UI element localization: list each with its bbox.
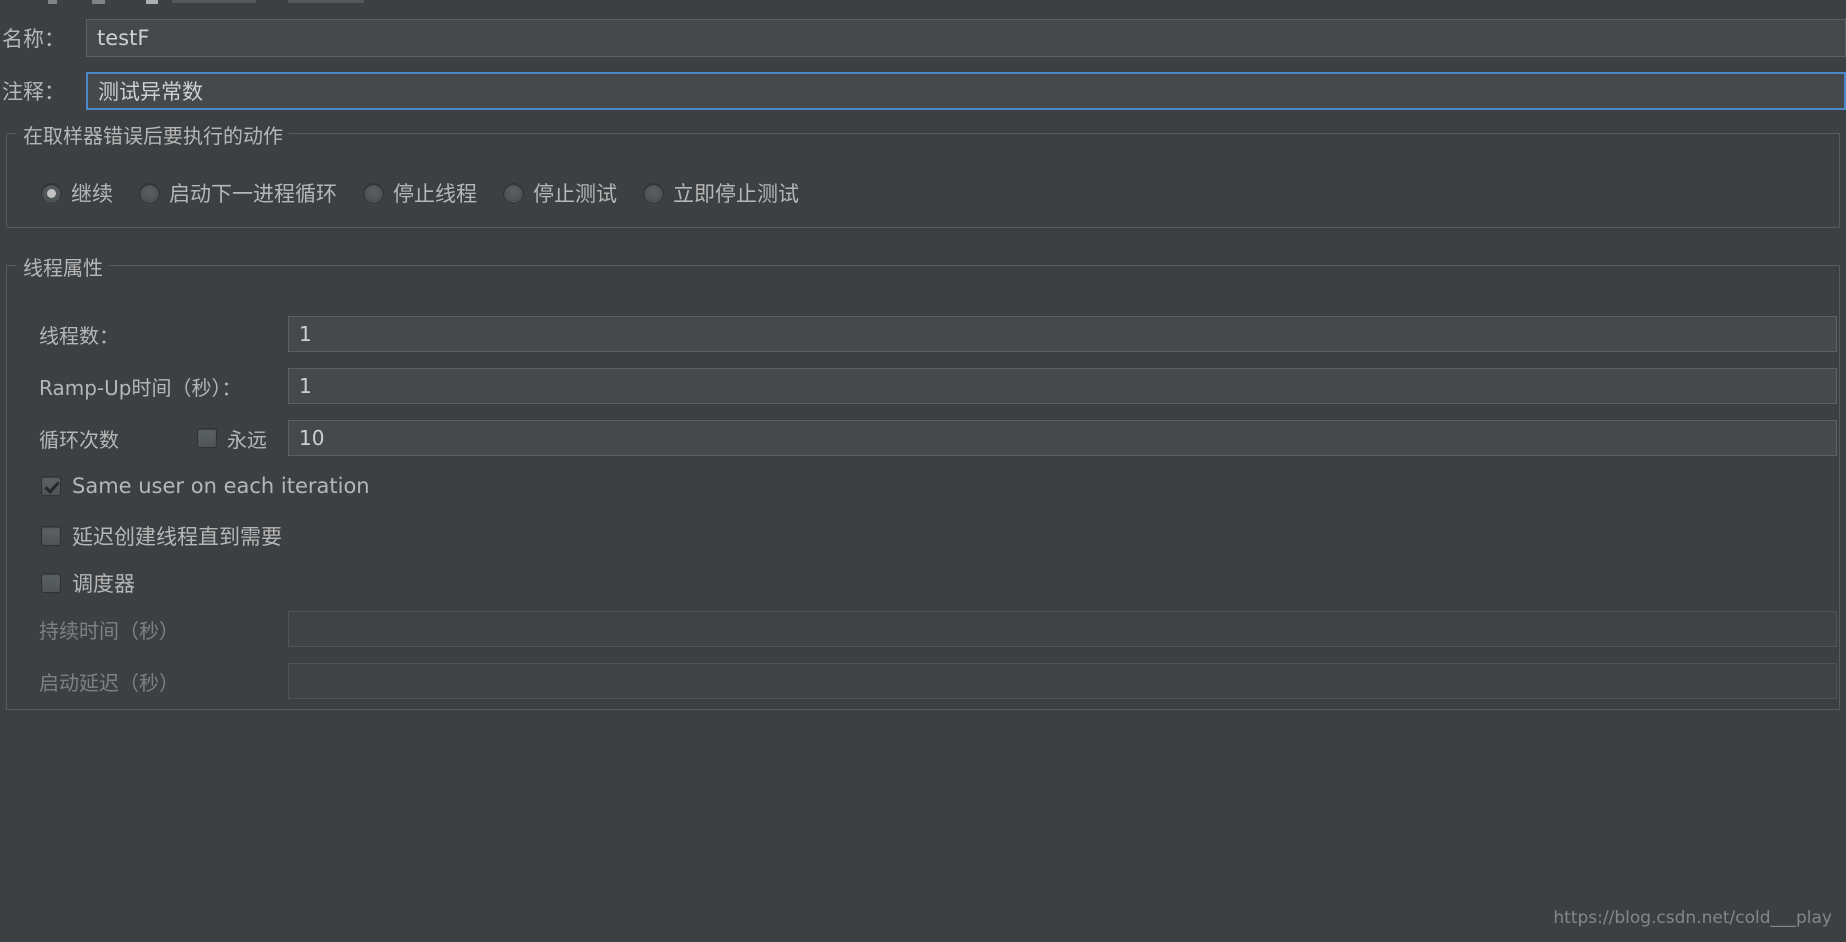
radio-label-stop-test-now: 立即停止测试: [673, 182, 799, 206]
checkbox-icon-forever[interactable]: [197, 428, 217, 448]
radio-label-stop-test: 停止测试: [533, 182, 617, 206]
name-input[interactable]: [86, 19, 1846, 57]
radio-icon-continue[interactable]: [41, 182, 62, 204]
radio-option-start-next-loop[interactable]: 启动下一进程循环: [139, 178, 337, 208]
loop-count-row: 循环次数 永远: [7, 420, 1839, 456]
radio-icon-stop-test[interactable]: [503, 182, 524, 204]
name-row: 名称：: [0, 18, 1846, 58]
error-action-group: 在取样器错误后要执行的动作 继续 启动下一进程循环 停止线程 停止测试 立即停止…: [6, 120, 1840, 228]
loop-count-input[interactable]: [288, 420, 1837, 456]
radio-icon-start-next-loop[interactable]: [139, 182, 160, 204]
duration-row: 持续时间（秒）: [7, 611, 1839, 647]
startup-delay-label: 启动延迟（秒）: [39, 670, 179, 695]
scheduler-checkbox-item[interactable]: 调度器: [41, 568, 135, 598]
loop-count-label: 循环次数: [39, 427, 119, 452]
radio-label-stop-thread: 停止线程: [393, 182, 477, 206]
ramp-up-row: Ramp-Up时间（秒）：: [7, 368, 1839, 404]
same-user-label: Same user on each iteration: [72, 474, 370, 498]
radio-label-start-next-loop: 启动下一进程循环: [169, 182, 337, 206]
delayed-thread-creation-checkbox-item[interactable]: 延迟创建线程直到需要: [41, 521, 282, 551]
startup-delay-input: [288, 663, 1837, 699]
radio-option-continue[interactable]: 继续: [41, 178, 113, 208]
ramp-up-label: Ramp-Up时间（秒）：: [39, 375, 242, 400]
delayed-thread-creation-label: 延迟创建线程直到需要: [72, 525, 282, 549]
comment-row: 注释：: [0, 70, 1846, 112]
comment-label: 注释：: [2, 80, 65, 104]
thread-count-input[interactable]: [288, 316, 1837, 352]
error-action-group-title: 在取样器错误后要执行的动作: [17, 120, 289, 149]
name-label: 名称：: [2, 27, 65, 51]
thread-properties-group-title: 线程属性: [17, 252, 109, 281]
toolbar-icon-3: [146, 0, 158, 4]
toolbar-icon-1: [48, 0, 57, 4]
scheduler-label: 调度器: [72, 572, 135, 596]
toolbar-field-2: [288, 0, 364, 3]
comment-input[interactable]: [86, 72, 1846, 110]
duration-input: [288, 611, 1837, 647]
radio-icon-stop-thread[interactable]: [363, 182, 384, 204]
checkbox-icon-delayed-thread-creation[interactable]: [41, 526, 61, 546]
forever-label: 永远: [227, 427, 267, 452]
checkbox-icon-scheduler[interactable]: [41, 573, 61, 593]
thread-properties-group: 线程属性 线程数： Ramp-Up时间（秒）： 循环次数 永远 Same use…: [6, 252, 1840, 710]
jmeter-thread-group-panel: 名称： 注释： 在取样器错误后要执行的动作 继续 启动下一进程循环 停止线程: [0, 0, 1846, 942]
thread-count-row: 线程数：: [7, 316, 1839, 352]
same-user-checkbox-item[interactable]: Same user on each iteration: [41, 474, 370, 498]
toolbar-sliver: [0, 0, 1846, 5]
watermark: https://blog.csdn.net/cold___play: [1553, 908, 1832, 928]
thread-count-label: 线程数：: [39, 323, 119, 348]
error-action-radio-group: 继续 启动下一进程循环 停止线程 停止测试 立即停止测试: [41, 178, 825, 208]
radio-option-stop-test-now[interactable]: 立即停止测试: [643, 178, 799, 208]
checkbox-icon-same-user[interactable]: [41, 476, 61, 496]
radio-option-stop-test[interactable]: 停止测试: [503, 178, 617, 208]
startup-delay-row: 启动延迟（秒）: [7, 663, 1839, 699]
radio-option-stop-thread[interactable]: 停止线程: [363, 178, 477, 208]
ramp-up-input[interactable]: [288, 368, 1837, 404]
radio-icon-stop-test-now[interactable]: [643, 182, 664, 204]
toolbar-field-1: [172, 0, 256, 3]
toolbar-icon-2: [92, 0, 105, 4]
forever-checkbox-item[interactable]: 永远: [197, 424, 267, 453]
radio-label-continue: 继续: [71, 182, 113, 206]
duration-label: 持续时间（秒）: [39, 618, 179, 643]
